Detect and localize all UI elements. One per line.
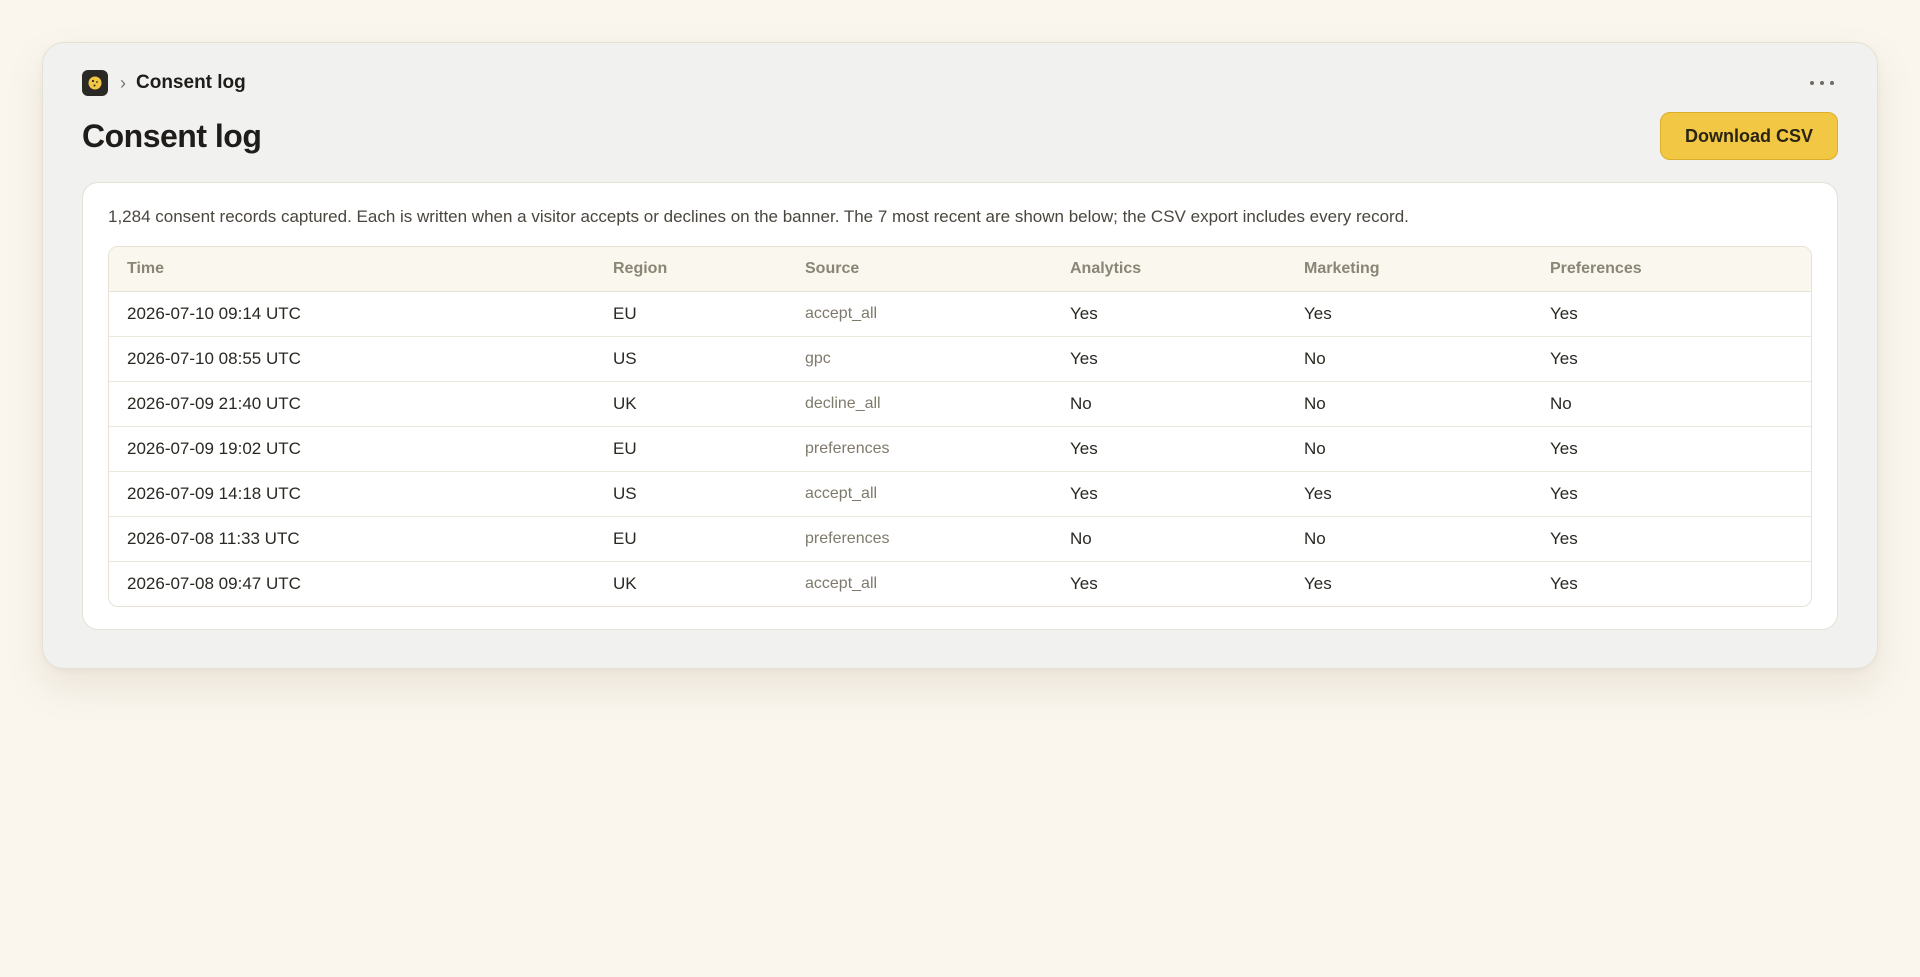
cell-region: UK [595, 381, 787, 427]
cell-preferences: Yes [1532, 291, 1811, 337]
cell-analytics: Yes [1052, 291, 1286, 337]
cell-time: 2026-07-09 19:02 UTC [109, 426, 595, 472]
cell-marketing: No [1286, 426, 1532, 472]
table-row: 2026-07-09 19:02 UTC EU preferences Yes … [109, 426, 1811, 472]
cell-region: US [595, 471, 787, 517]
cell-source: accept_all [805, 574, 878, 592]
cell-preferences: Yes [1532, 516, 1811, 562]
more-horizontal-icon[interactable] [1806, 75, 1838, 91]
cell-analytics: No [1052, 516, 1286, 562]
cell-source: decline_all [787, 381, 1052, 427]
column-header-marketing: Marketing [1286, 247, 1532, 292]
table-row: 2026-07-10 09:14 UTC EU accept_all Yes Y… [109, 291, 1811, 337]
cell-analytics: No [1052, 381, 1286, 427]
cell-time: 2026-07-10 08:55 UTC [109, 336, 595, 382]
cell-time: 2026-07-10 09:14 UTC [109, 291, 595, 337]
cell-analytics: Yes [1052, 336, 1286, 382]
cell-region: EU [595, 516, 787, 562]
column-header-preferences: Preferences [1532, 247, 1811, 292]
cell-analytics: Yes [1052, 426, 1286, 472]
table-row: 2026-07-09 21:40 UTC UK decline_all No N… [109, 381, 1811, 427]
cell-analytics: Yes [1070, 573, 1098, 593]
download-csv-button[interactable]: Download CSV [1659, 112, 1838, 160]
breadcrumb-separator: › [120, 73, 126, 93]
cell-source: gpc [787, 336, 1052, 382]
cell-marketing: No [1286, 516, 1532, 562]
cell-time: 2026-07-09 21:40 UTC [109, 381, 595, 427]
cell-time: 2026-07-09 14:18 UTC [109, 471, 595, 517]
table-row: 2026-07-09 14:18 UTC US accept_all Yes Y… [109, 471, 1811, 517]
table-header-row: Time Region Source Analytics Marketing P… [109, 247, 1811, 292]
cell-preferences: Yes [1532, 471, 1811, 517]
cell-region: UK [613, 573, 637, 593]
cell-marketing: Yes [1286, 291, 1532, 337]
cell-preferences: Yes [1550, 573, 1578, 593]
cell-preferences: Yes [1532, 336, 1811, 382]
table-row: 2026-07-10 08:55 UTC US gpc Yes No Yes [109, 336, 1811, 382]
cell-marketing: No [1286, 381, 1532, 427]
column-header-region: Region [595, 247, 787, 292]
cell-preferences: Yes [1532, 426, 1811, 472]
cell-time: 2026-07-08 09:47 UTC [127, 573, 301, 593]
summary-text: 1,284 consent records captured. Each is … [108, 207, 1409, 226]
consent-table: Time Region Source Analytics Marketing P… [108, 246, 1812, 607]
cell-time: 2026-07-08 11:33 UTC [109, 516, 595, 562]
cookie-icon[interactable] [82, 70, 108, 96]
title-row: Consent log Download CSV [82, 111, 1838, 161]
cell-source: accept_all [787, 291, 1052, 337]
cell-marketing: No [1286, 336, 1532, 382]
cell-region: EU [595, 426, 787, 472]
cell-preferences: No [1532, 381, 1811, 427]
cell-marketing: Yes [1304, 573, 1332, 593]
cell-source: accept_all [787, 471, 1052, 517]
cell-analytics: Yes [1052, 471, 1286, 517]
page-title: Consent log [82, 117, 262, 154]
consent-card: 1,284 consent records captured. Each is … [82, 182, 1838, 630]
cell-region: US [595, 336, 787, 382]
app-window: › Consent log Consent log Download CSV 1… [42, 42, 1878, 669]
column-header-time: Time [109, 247, 595, 292]
cell-source: preferences [787, 516, 1052, 562]
cell-region: EU [595, 291, 787, 337]
breadcrumb-current: Consent log [136, 72, 246, 93]
column-header-source: Source [787, 247, 1052, 292]
column-header-analytics: Analytics [1052, 247, 1286, 292]
table-row: 2026-07-08 09:47 UTC UK accept_all Yes Y… [109, 561, 1811, 606]
topbar: › Consent log [82, 68, 1838, 98]
table-row: 2026-07-08 11:33 UTC EU preferences No N… [109, 516, 1811, 562]
cell-marketing: Yes [1286, 471, 1532, 517]
cell-source: preferences [787, 426, 1052, 472]
